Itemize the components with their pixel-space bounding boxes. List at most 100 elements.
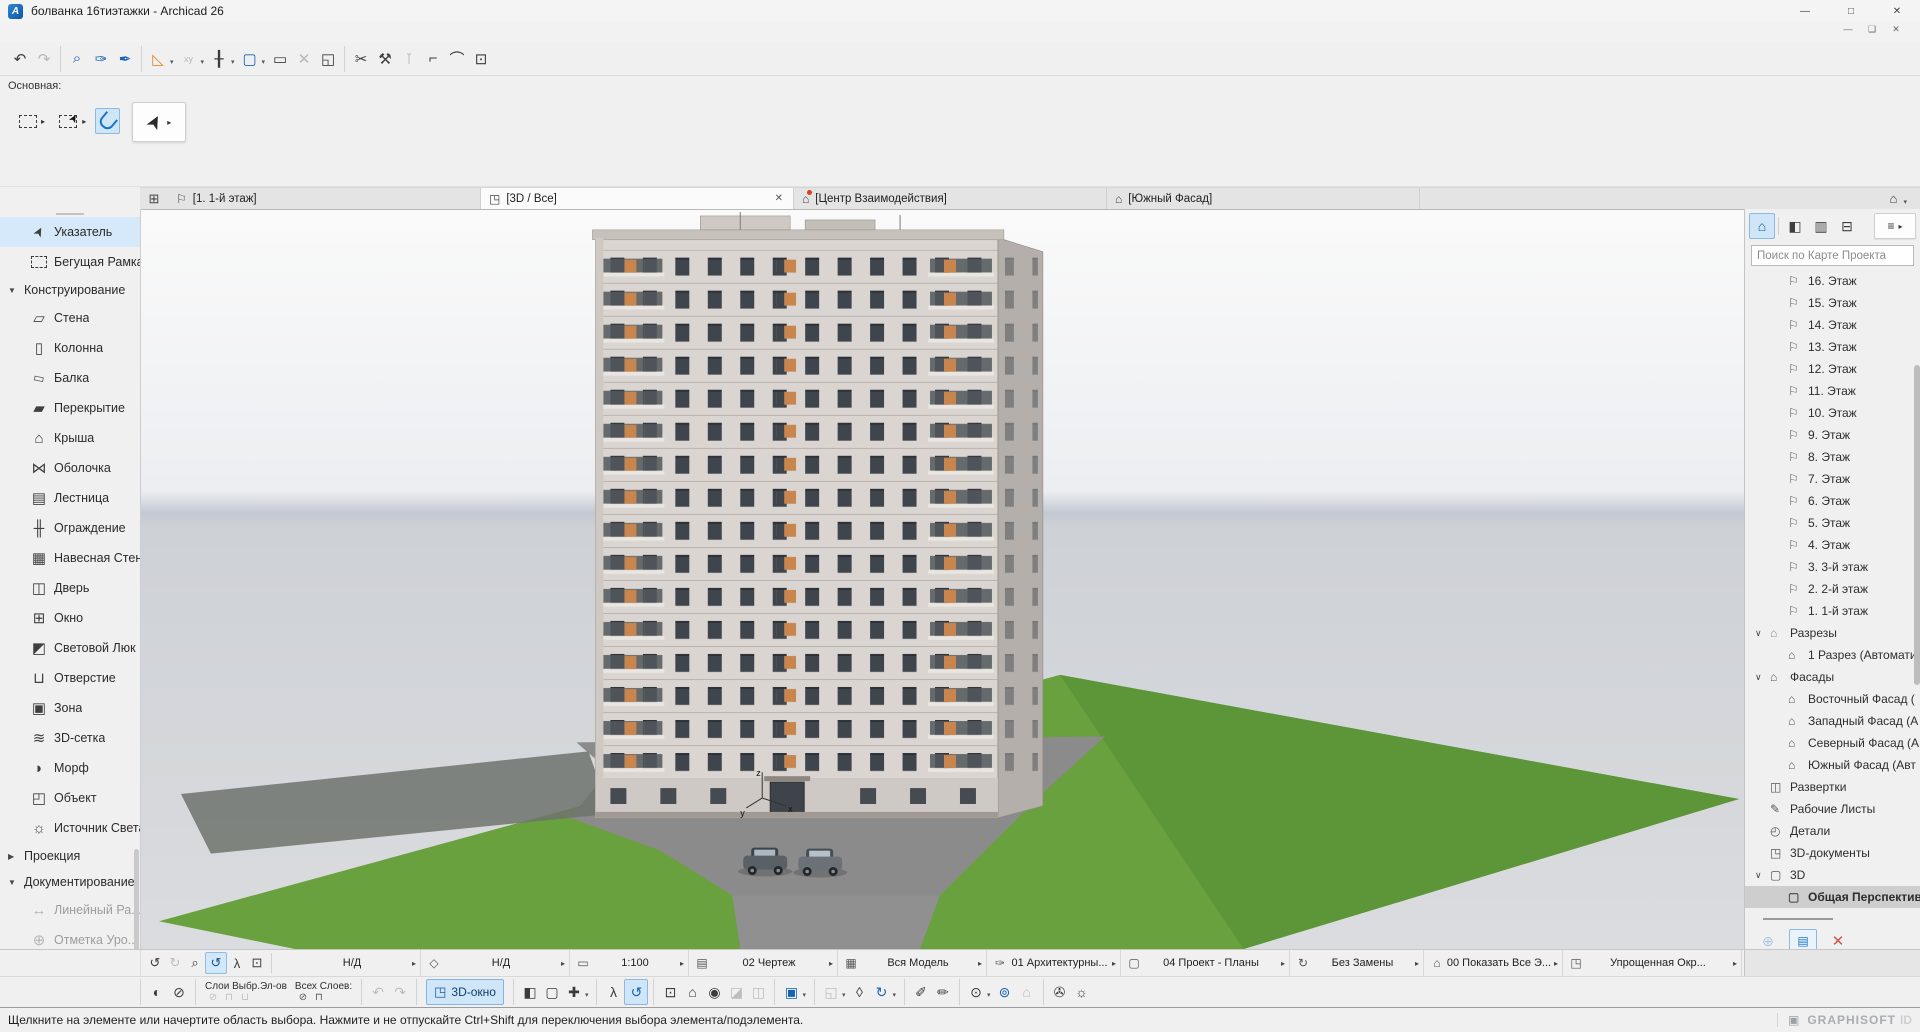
tree-elevation-north[interactable]: ⌂ Северный Фасад (А [1745,732,1920,754]
hide-layer-icon[interactable]: ⊘ [205,992,221,1003]
photo-render-icon[interactable]: ⌂ [1016,980,1038,1004]
tool-level-dimension[interactable]: ⊕ Отметка Уро... [0,925,140,949]
bounding-box-icon[interactable]: ▢ [541,980,563,1004]
walk-icon[interactable]: λ [227,953,247,973]
section-documentation[interactable]: ▼ Документирование [0,869,140,895]
cutting-plane-icon[interactable]: ◧ [519,980,541,1004]
pick-up-parameters-icon[interactable]: ✑ [89,47,113,71]
marquee-poly-button[interactable]: ▸ [14,108,50,134]
rotate-view-icon[interactable]: ↻ [871,980,893,1004]
cutaway-icon[interactable]: ◪ [725,980,747,1004]
tree-story-3[interactable]: ⚐ 3. 3-й этаж [1745,556,1920,578]
filter-elements-icon[interactable]: ▣ [780,980,802,1004]
project-map-icon[interactable]: ⌂ [1749,213,1775,239]
undo-view-icon[interactable]: ↶ [367,980,389,1004]
menu-item[interactable] [108,30,126,34]
fit-in-window-icon[interactable]: ⊡ [247,953,267,973]
navigator-menu-button[interactable]: ≡▸ [1874,213,1916,239]
back-icon[interactable]: ↺ [145,953,165,973]
viewport-3d[interactable]: z y x [141,209,1744,949]
combo-layer[interactable]: ▤ 02 Чертеж ▸ [689,950,838,976]
redo-icon[interactable]: ↷ [32,47,56,71]
tree-story-5[interactable]: ⚐ 5. Этаж [1745,512,1920,534]
combo-overrides[interactable]: ↻ Без Замены ▸ [1290,950,1424,976]
section-projection[interactable]: ▶ Проекция [0,843,140,869]
tool-zone[interactable]: ▣ Зона [0,693,140,723]
tree-story-4[interactable]: ⚐ 4. Этаж [1745,534,1920,556]
combo-scale[interactable]: ▭ 1:100 ▸ [570,950,689,976]
layout-book-icon[interactable]: ▥ [1808,213,1834,239]
fillet-icon[interactable]: ⌒ [445,47,469,71]
section-design[interactable]: ▼ Конструирование [0,277,140,303]
tree-elevation-west[interactable]: ⌂ Западный Фасад (А [1745,710,1920,732]
close-button[interactable]: ✕ [1874,0,1920,22]
pointer-mode-button[interactable]: ➤▸ [132,102,186,142]
snap-grid-icon[interactable]: ▢ [238,47,262,71]
guide-lines-icon[interactable]: ◺ [146,47,170,71]
fill-filter-icon[interactable]: ◊ [849,980,871,1004]
tool-wall[interactable]: ▱ Стена [0,303,140,333]
tool-opening[interactable]: ⊔ Отверстие [0,663,140,693]
edit-transform-icon[interactable]: ◱ [316,47,340,71]
snapshot-icon[interactable]: ⊙ [965,980,987,1004]
tree-story-2[interactable]: ⚐ 2. 2-й этаж [1745,578,1920,600]
mdi-restore-icon[interactable]: ❑ [1860,24,1884,35]
tree-story-7[interactable]: ⚐ 7. Этаж [1745,468,1920,490]
menu-item[interactable] [0,30,18,34]
tool-pointer[interactable]: ➤ Указатель [0,217,140,247]
view-settings-icon[interactable]: ▤ [1789,929,1817,949]
tree-story-10[interactable]: ⚐ 10. Этаж [1745,402,1920,424]
navigator-scrollbar[interactable] [1914,365,1920,685]
tab-list-dropdown-icon[interactable]: ▾ [1903,198,1907,206]
toolbox-drag-handle[interactable] [56,213,84,215]
tree-generic-perspective[interactable]: ▢ Общая Перспектива [1745,886,1920,908]
delete-view-icon[interactable]: ✕ [1825,930,1851,949]
3d-window-button[interactable]: ◳ 3D-окно [426,979,504,1005]
tree-sections[interactable]: ∨ ⌂ Разрезы [1745,622,1920,644]
menu-item[interactable] [54,30,72,34]
home-view-icon[interactable]: ⌂ [681,980,703,1004]
tree-story-8[interactable]: ⚐ 8. Этаж [1745,446,1920,468]
forward-icon[interactable]: ↻ [165,953,185,973]
combo-model-view[interactable]: ▢ 04 Проект - Планы ▸ [1121,950,1290,976]
zoom-in-icon[interactable]: ⌕ [185,953,205,973]
tree-story-12[interactable]: ⚐ 12. Этаж [1745,358,1920,380]
stretch-icon[interactable]: ✕ [292,47,316,71]
lock-layer-icon[interactable]: ⊓ [221,992,237,1003]
menu-item[interactable] [90,30,108,34]
tree-3d-documents[interactable]: ◳ 3D-документы [1745,842,1920,864]
tool-skylight[interactable]: ◩ Световой Люк [0,633,140,663]
transform-3d-icon[interactable]: ◱ [820,980,842,1004]
undo-icon[interactable]: ↶ [8,47,32,71]
combo-3d-style[interactable]: ◳ Упрощенная Окр... ▸ [1563,950,1742,976]
menu-item[interactable] [72,30,90,34]
tree-interior-elevations[interactable]: ◫ Развертки [1745,776,1920,798]
tool-railing[interactable]: ╫ Ограждение [0,513,140,543]
snap-guides-icon[interactable]: ╂ [207,47,231,71]
orbit-icon[interactable]: ↺ [205,952,227,974]
tab-first-floor[interactable]: ⚐ [1. 1-й этаж] [168,188,481,209]
mdi-minimize-icon[interactable]: — [1836,24,1860,35]
adjust-icon[interactable]: ⚒ [373,47,397,71]
resize-icon[interactable]: ⊡ [469,47,493,71]
combo-structure-display[interactable]: ▦ Вся Модель ▸ [838,950,987,976]
tree-story-1[interactable]: ⚐ 1. 1-й этаж [1745,600,1920,622]
tree-worksheets[interactable]: ✎ Рабочие Листы [1745,798,1920,820]
mdi-close-icon[interactable]: ✕ [1884,24,1908,35]
combo-renovation-na[interactable]: ◇ Н/Д ▸ [421,950,570,976]
flythrough-icon[interactable]: ✇ [1049,980,1071,1004]
tree-3d[interactable]: ∨ ▢ 3D [1745,864,1920,886]
tool-light[interactable]: ☼ Источник Света [0,813,140,843]
navigator-search-input[interactable] [1752,250,1913,262]
lock-all-layers-icon[interactable]: ⊓ [311,992,327,1003]
surface-paint-wet-icon[interactable]: ✏ [932,980,954,1004]
tool-beam[interactable]: ▭ Балка [0,363,140,393]
tool-linear-dimension[interactable]: ↔ Линейный Ра... [0,895,140,925]
combo-zoom-na[interactable]: Н/Д ▸ [272,950,421,976]
measure-icon[interactable]: ▭ [268,47,292,71]
tree-section-1[interactable]: ⌂ 1 Разрез (Автомати [1745,644,1920,666]
tab-list-house-icon[interactable]: ⌂ [1883,187,1903,211]
publisher-sets-icon[interactable]: ⊟ [1834,213,1860,239]
mirror-view-icon[interactable]: ◫ [747,980,769,1004]
tree-story-6[interactable]: ⚐ 6. Этаж [1745,490,1920,512]
